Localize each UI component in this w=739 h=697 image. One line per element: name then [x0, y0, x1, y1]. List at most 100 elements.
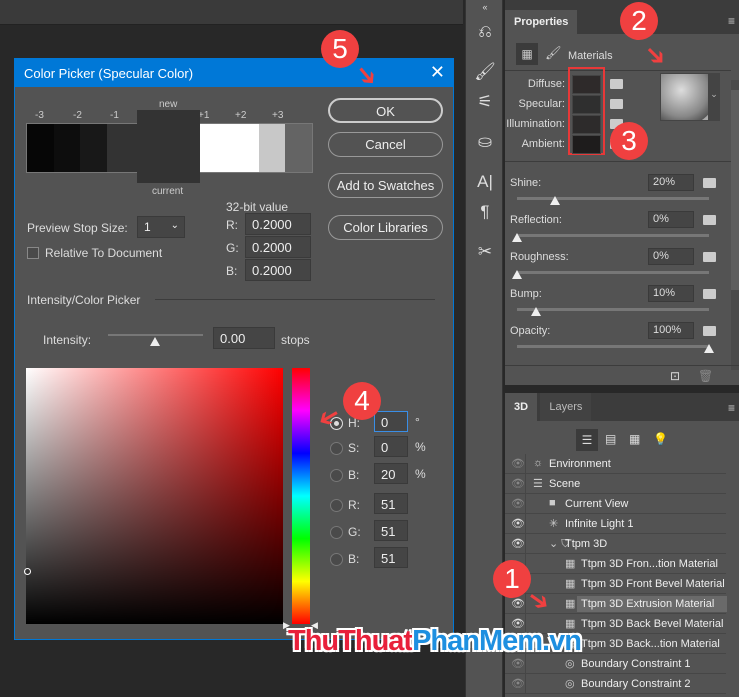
trash-icon[interactable]: 🗑: [698, 369, 713, 383]
color-value-input[interactable]: 51: [374, 547, 408, 568]
tab-properties[interactable]: Properties: [505, 10, 578, 35]
slider-value-input[interactable]: 20%: [648, 174, 694, 191]
slider-value-input[interactable]: 0%: [648, 211, 694, 228]
stop-swatch[interactable]: [285, 124, 312, 172]
visibility-eye-icon[interactable]: 👁: [511, 677, 525, 690]
color-value-input[interactable]: 0: [374, 411, 408, 432]
3d-layer-row[interactable]: 👁 ■ Current View: [505, 494, 726, 514]
hue-slider[interactable]: [292, 368, 310, 624]
new-current-swatch[interactable]: [137, 110, 200, 183]
color-value-input[interactable]: 20: [374, 463, 408, 484]
slider-track[interactable]: [517, 271, 709, 274]
scene-filter-icon[interactable]: ☰: [576, 429, 598, 451]
color-value-input[interactable]: 51: [374, 520, 408, 541]
folder-icon[interactable]: [703, 289, 716, 299]
slider-label: Opacity:: [510, 325, 551, 337]
rgb32-input[interactable]: 0.2000: [245, 259, 311, 281]
color-swatch[interactable]: [572, 95, 601, 114]
slider-thumb[interactable]: [704, 344, 714, 353]
light-filter-icon[interactable]: 💡: [653, 432, 668, 446]
slider-value-input[interactable]: 10%: [648, 285, 694, 302]
radio-button[interactable]: [330, 469, 343, 482]
intensity-slider-thumb[interactable]: [150, 337, 160, 346]
slider-track[interactable]: [517, 345, 709, 348]
stop-swatch[interactable]: [53, 124, 81, 172]
chevron-down-icon[interactable]: ⌄: [708, 73, 720, 121]
slider-value-input[interactable]: 0%: [648, 248, 694, 265]
color-swatch[interactable]: [572, 75, 601, 94]
visibility-eye-icon[interactable]: 👁: [511, 657, 525, 670]
material-filter-icon[interactable]: ▦: [629, 432, 640, 446]
visibility-eye-icon[interactable]: 👁: [511, 497, 525, 510]
slider-thumb[interactable]: [531, 307, 542, 316]
slider-track[interactable]: [517, 308, 709, 311]
slider-value-input[interactable]: 100%: [648, 322, 694, 339]
color-value-input[interactable]: 51: [374, 493, 408, 514]
slider-track[interactable]: [517, 234, 709, 237]
radio-button[interactable]: [330, 442, 343, 455]
intensity-slider[interactable]: [108, 334, 203, 336]
slider-thumb[interactable]: [550, 196, 561, 205]
visibility-eye-icon[interactable]: 👁: [511, 457, 525, 470]
add-to-swatches-button[interactable]: Add to Swatches: [328, 173, 443, 198]
paragraph-icon[interactable]: ¶: [466, 202, 504, 222]
3d-layer-row[interactable]: ▦ Ttpm 3D Fron...tion Material: [505, 554, 726, 574]
collapse-icon[interactable]: «: [466, 2, 504, 12]
scrollbar-thumb[interactable]: [731, 90, 739, 290]
close-icon[interactable]: ✕: [430, 62, 445, 83]
3d-layer-row[interactable]: 👁 ✳ Infinite Light 1: [505, 514, 726, 534]
ok-button[interactable]: OK: [328, 98, 443, 123]
radio-button[interactable]: [330, 526, 343, 539]
intensity-input[interactable]: 0.00: [213, 327, 275, 349]
clone-source-icon[interactable]: ⛀: [466, 132, 504, 152]
3d-layer-row[interactable]: 👁 ⌄ ⛉ Ttpm 3D: [505, 534, 726, 554]
cancel-button[interactable]: Cancel: [328, 132, 443, 157]
visibility-eye-icon[interactable]: 👁: [511, 517, 525, 530]
dialog-title-bar[interactable]: Color Picker (Specular Color): [15, 59, 453, 87]
layer-name: Ttpm 3D Back Bevel Material: [581, 618, 724, 630]
stop-swatch[interactable]: [27, 124, 54, 172]
folder-icon[interactable]: [703, 178, 716, 188]
folder-icon[interactable]: [703, 326, 716, 336]
material-icon[interactable]: ▦: [516, 43, 538, 65]
stop-swatch[interactable]: [258, 124, 286, 172]
visibility-eye-icon[interactable]: 👁: [511, 537, 525, 550]
brush-settings-icon[interactable]: ⚟: [466, 92, 504, 112]
radio-button[interactable]: [330, 553, 343, 566]
properties-scrollbar[interactable]: [731, 80, 739, 370]
slider-thumb[interactable]: [512, 270, 522, 279]
color-field-cursor[interactable]: [24, 568, 31, 575]
rgb32-input[interactable]: 0.2000: [245, 236, 311, 258]
render-icon[interactable]: ⊡: [670, 369, 680, 383]
panel-menu-icon[interactable]: ≡: [728, 401, 735, 415]
tab-layers[interactable]: Layers: [540, 393, 592, 421]
color-libraries-button[interactable]: Color Libraries: [328, 215, 443, 240]
stop-swatch[interactable]: [80, 124, 107, 172]
folder-icon[interactable]: [610, 99, 623, 109]
slider-track[interactable]: [517, 197, 709, 200]
3d-layer-row[interactable]: 👁 ☼ Environment: [505, 454, 726, 474]
tools-icon[interactable]: ✂: [466, 242, 504, 262]
folder-icon[interactable]: [703, 252, 716, 262]
history-icon[interactable]: ⎌: [466, 22, 504, 42]
folder-icon[interactable]: [610, 79, 623, 89]
color-swatch[interactable]: [572, 115, 601, 134]
folder-icon[interactable]: [703, 215, 716, 225]
relative-checkbox[interactable]: [27, 247, 39, 259]
panel-menu-icon[interactable]: ≡: [728, 14, 735, 28]
3d-layer-row[interactable]: 👁 ☰ Scene: [505, 474, 726, 494]
rgb32-input[interactable]: 0.2000: [245, 213, 311, 235]
mesh-filter-icon[interactable]: ▤: [605, 432, 616, 446]
character-icon[interactable]: A|: [466, 172, 504, 192]
brush-icon[interactable]: 🖌: [466, 62, 504, 82]
color-swatch[interactable]: [572, 135, 601, 154]
3d-layer-row[interactable]: 👁 ◎ Boundary Constraint 2: [505, 674, 726, 694]
slider-thumb[interactable]: [512, 233, 522, 242]
brush-icon[interactable]: 🖌: [545, 45, 562, 61]
color-value-input[interactable]: 0: [374, 436, 408, 457]
tab-3d[interactable]: 3D: [505, 393, 538, 421]
preview-stop-select[interactable]: 1 ⌄: [137, 216, 185, 238]
radio-button[interactable]: [330, 499, 343, 512]
visibility-eye-icon[interactable]: 👁: [511, 477, 525, 490]
color-field[interactable]: [26, 368, 283, 624]
